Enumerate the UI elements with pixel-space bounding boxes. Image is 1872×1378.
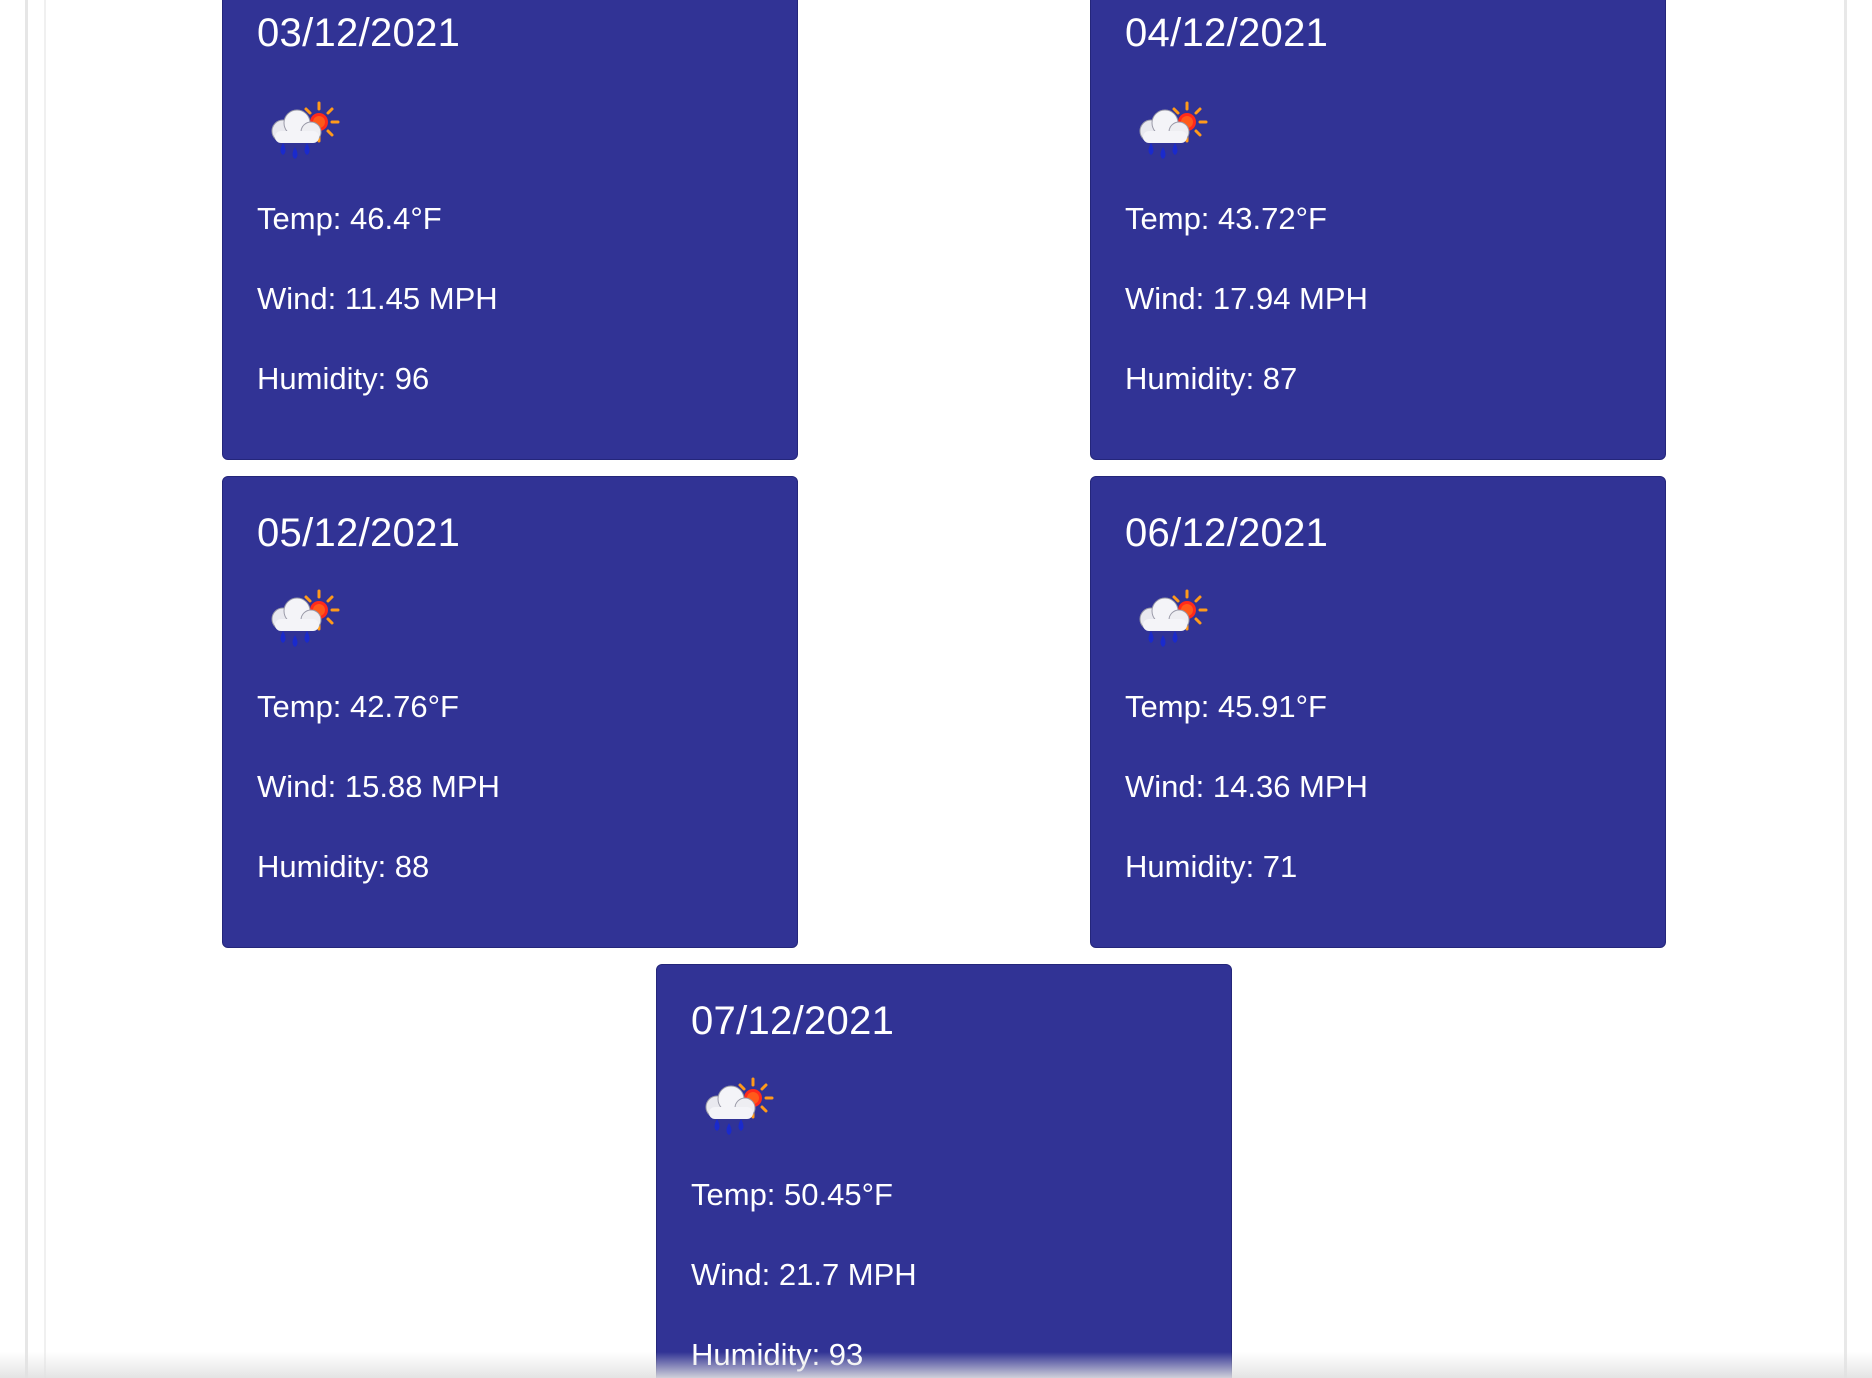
rain-cloud-sun-svg bbox=[705, 1077, 774, 1135]
raindrops-glyph bbox=[714, 1119, 744, 1135]
forecast-humidity: Humidity: 87 bbox=[1125, 361, 1298, 396]
forecast-wind: Wind: 11.45 MPH bbox=[257, 281, 498, 316]
raindrops-glyph bbox=[1148, 143, 1178, 159]
page-border-right bbox=[1844, 0, 1847, 1378]
forecast-card: 07/12/2021 Temp: 50.45°F Wind: 21.7 MPH … bbox=[656, 964, 1232, 1378]
forecast-date: 04/12/2021 bbox=[1125, 11, 1329, 55]
forecast-wind: Wind: 17.94 MPH bbox=[1125, 281, 1368, 316]
page-border-left-inner bbox=[44, 0, 46, 1378]
forecast-temp: Temp: 46.4°F bbox=[257, 201, 442, 236]
forecast-card: 05/12/2021 Temp: 42.76°F Wind: 15.88 MPH… bbox=[222, 476, 798, 948]
forecast-temp: Temp: 45.91°F bbox=[1125, 689, 1327, 724]
forecast-temp: Temp: 50.45°F bbox=[691, 1177, 893, 1212]
rain-cloud-sun-icon bbox=[261, 101, 347, 165]
raindrops-glyph bbox=[280, 143, 310, 159]
rain-cloud-sun-icon bbox=[1129, 589, 1215, 653]
forecast-card: 03/12/2021 Temp: 46.4°F Wind: 11.45 MPH … bbox=[222, 0, 798, 460]
rain-cloud-sun-svg bbox=[271, 101, 340, 159]
raindrops-glyph bbox=[280, 631, 310, 647]
forecast-date: 03/12/2021 bbox=[257, 11, 461, 55]
rain-cloud-sun-icon bbox=[1129, 101, 1215, 165]
rain-cloud-sun-svg bbox=[1139, 101, 1208, 159]
forecast-wind: Wind: 14.36 MPH bbox=[1125, 769, 1368, 804]
forecast-card: 06/12/2021 Temp: 45.91°F Wind: 14.36 MPH… bbox=[1090, 476, 1666, 948]
forecast-date: 05/12/2021 bbox=[257, 511, 461, 555]
rain-cloud-sun-icon bbox=[695, 1077, 781, 1141]
forecast-humidity: Humidity: 71 bbox=[1125, 849, 1298, 884]
forecast-date: 07/12/2021 bbox=[691, 999, 895, 1043]
forecast-humidity: Humidity: 93 bbox=[691, 1337, 864, 1372]
forecast-temp: Temp: 43.72°F bbox=[1125, 201, 1327, 236]
rain-cloud-sun-svg bbox=[1139, 589, 1208, 647]
forecast-temp: Temp: 42.76°F bbox=[257, 689, 459, 724]
raindrops-glyph bbox=[1148, 631, 1178, 647]
forecast-humidity: Humidity: 88 bbox=[257, 849, 430, 884]
rain-cloud-sun-svg bbox=[271, 589, 340, 647]
forecast-card: 04/12/2021 Temp: 43.72°F Wind: 17.94 MPH… bbox=[1090, 0, 1666, 460]
page-border-left bbox=[25, 0, 28, 1378]
forecast-humidity: Humidity: 96 bbox=[257, 361, 430, 396]
forecast-viewport: 03/12/2021 Temp: 46.4°F Wind: 11.45 MPH … bbox=[0, 0, 1872, 1378]
forecast-wind: Wind: 15.88 MPH bbox=[257, 769, 500, 804]
rain-cloud-sun-icon bbox=[261, 589, 347, 653]
forecast-wind: Wind: 21.7 MPH bbox=[691, 1257, 917, 1292]
forecast-date: 06/12/2021 bbox=[1125, 511, 1329, 555]
